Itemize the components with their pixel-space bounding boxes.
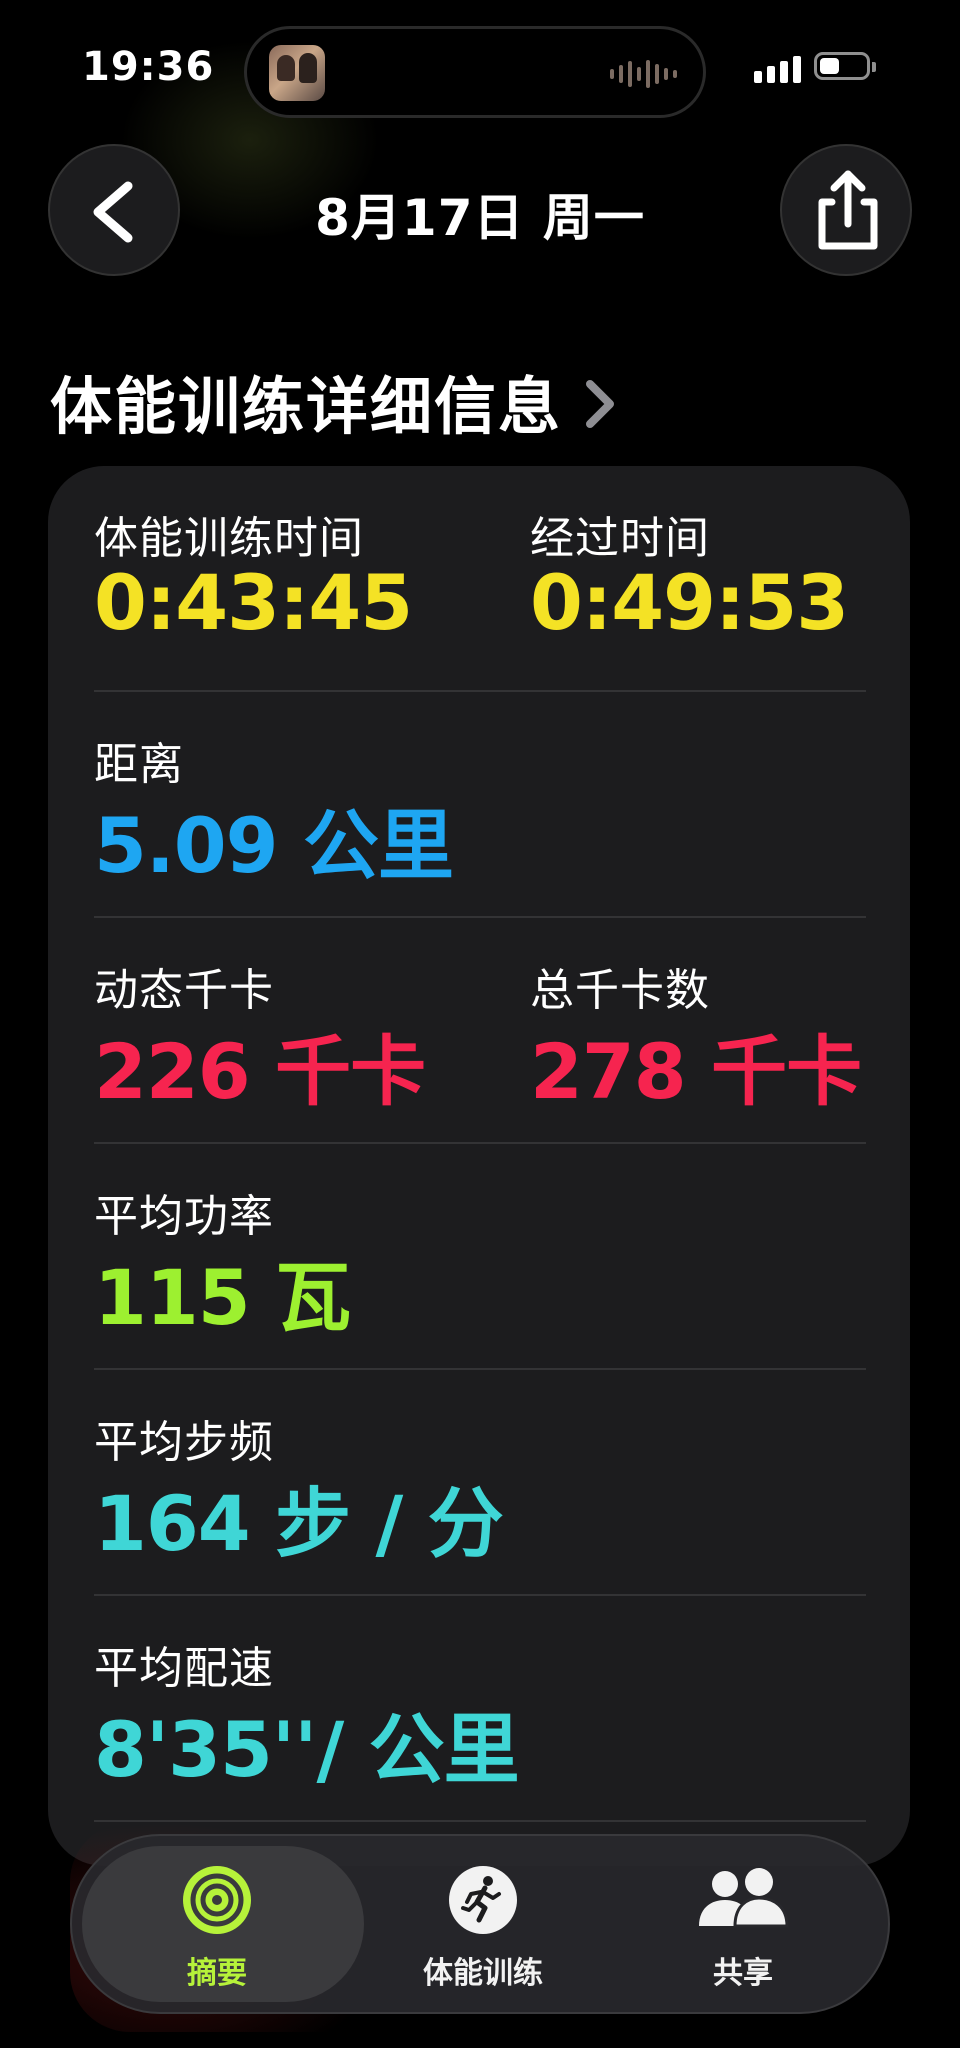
audio-waveform-icon [610, 59, 677, 89]
status-time: 19:36 [82, 44, 215, 90]
workout-details-card: 体能训练时间 0:43:45 经过时间 0:49:53 距离 5.09 公里 动… [48, 466, 910, 1866]
workout-details-link[interactable]: 体能训练详细信息 [50, 356, 618, 446]
activity-rings-icon [183, 1866, 251, 1934]
pace-row: 平均配速 8'35''/ 公里 [94, 1596, 866, 1822]
metric-value: 8'35''/ 公里 [94, 1705, 520, 1794]
metric-value: 164 步 / 分 [94, 1479, 504, 1568]
chevron-right-icon [586, 380, 615, 428]
metric-label: 平均功率 [94, 1191, 274, 1242]
cellular-signal-icon [754, 56, 801, 83]
tab-workouts[interactable]: 体能训练 [348, 1836, 618, 2012]
battery-tip [872, 62, 876, 72]
tab-sharing[interactable]: 共享 [608, 1836, 878, 2012]
battery-icon [814, 52, 870, 80]
metric-value: 0:43:45 [94, 558, 413, 647]
metric-label: 动态千卡 [94, 965, 274, 1016]
status-bar: 19:36 [0, 0, 960, 130]
metric-value: 0:49:53 [530, 558, 849, 647]
people-icon [699, 1868, 789, 1928]
distance-row: 距离 5.09 公里 [94, 692, 866, 918]
dynamic-island[interactable] [244, 26, 706, 118]
calories-row: 动态千卡 226 千卡 总千卡数 278 千卡 [94, 918, 866, 1144]
metric-label: 平均步频 [94, 1417, 274, 1468]
tab-label: 摘要 [187, 1956, 247, 1991]
metric-value: 5.09 公里 [94, 801, 454, 890]
metric-label: 距离 [94, 739, 184, 790]
share-icon [818, 170, 878, 250]
chevron-left-icon [93, 181, 133, 243]
tab-bar: 摘要 体能训练 共享 [70, 1834, 890, 2014]
metric-value: 115 瓦 [94, 1253, 351, 1342]
power-row: 平均功率 115 瓦 [94, 1144, 866, 1370]
tab-label: 共享 [713, 1956, 773, 1991]
section-title: 体能训练详细信息 [50, 370, 563, 443]
running-figure-icon [449, 1866, 517, 1934]
metric-label: 总千卡数 [530, 965, 710, 1016]
back-button[interactable] [48, 144, 180, 276]
tab-summary[interactable]: 摘要 [82, 1836, 364, 2012]
now-playing-art-icon [269, 45, 325, 101]
share-button[interactable] [780, 144, 912, 276]
metric-label: 体能训练时间 [94, 513, 364, 564]
metric-value: 226 千卡 [94, 1027, 426, 1116]
metric-label: 平均配速 [94, 1643, 274, 1694]
time-row: 体能训练时间 0:43:45 经过时间 0:49:53 [94, 466, 866, 692]
page-title: 8月17日 周一 [315, 189, 645, 247]
cadence-row: 平均步频 164 步 / 分 [94, 1370, 866, 1596]
tab-label: 体能训练 [423, 1956, 543, 1991]
metric-label: 经过时间 [530, 513, 710, 564]
metric-value: 278 千卡 [530, 1027, 862, 1116]
